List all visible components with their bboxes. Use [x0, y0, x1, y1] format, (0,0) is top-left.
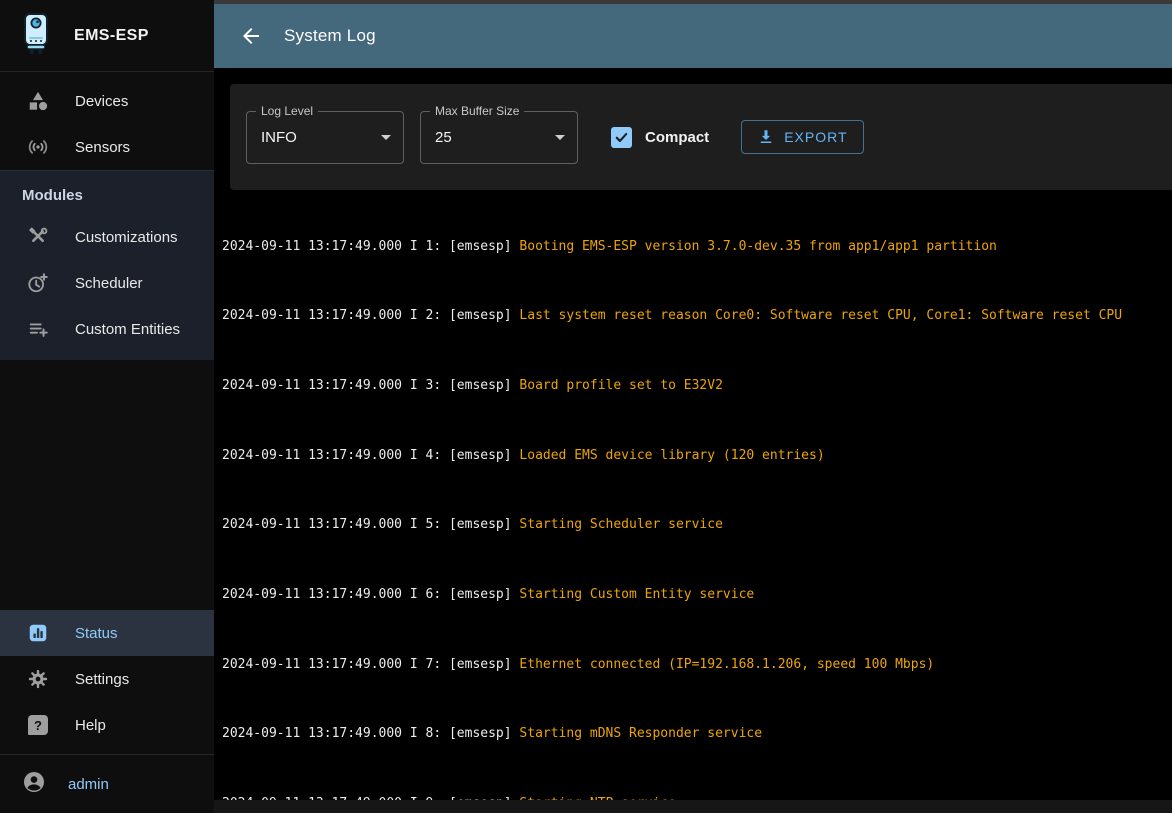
sidebar-item-label: Sensors [75, 139, 130, 156]
log-line-meta: 2024-09-11 13:17:49.000 I 7: [emsesp] [222, 657, 519, 672]
page-title: System Log [284, 26, 376, 46]
sidebar-item-help[interactable]: ? Help [0, 702, 214, 748]
more-time-icon [26, 271, 50, 295]
max-buffer-select[interactable]: Max Buffer Size 25 [420, 111, 578, 164]
compact-label: Compact [645, 129, 709, 146]
back-arrow-icon[interactable] [239, 24, 263, 48]
log-line-meta: 2024-09-11 13:17:49.000 I 4: [emsesp] [222, 448, 519, 463]
log-line-meta: 2024-09-11 13:17:49.000 I 6: [emsesp] [222, 587, 519, 602]
chevron-down-icon [555, 135, 565, 140]
log-line: 2024-09-11 13:17:49.000 I 3: [emsesp] Bo… [222, 377, 1164, 394]
analytics-icon [26, 621, 50, 645]
max-buffer-label: Max Buffer Size [430, 104, 524, 118]
content: Log Level INFO Max Buffer Size 25 Compa [214, 68, 1172, 800]
sidebar-main-nav: Devices Sensors [0, 72, 214, 170]
log-line-meta: 2024-09-11 13:17:49.000 I 1: [emsesp] [222, 239, 519, 254]
category-icon [26, 89, 50, 113]
log-line-message: Loaded EMS device library (120 entries) [519, 448, 824, 463]
sidebar-item-label: Status [75, 625, 118, 642]
sidebar-spacer [0, 360, 214, 610]
appbar: System Log [214, 4, 1172, 68]
page-bottom-strip [214, 800, 1172, 813]
compact-checkbox[interactable] [611, 127, 632, 148]
max-buffer-value: 25 [435, 129, 555, 146]
account-circle-icon [22, 770, 46, 799]
log-output: 2024-09-11 13:17:49.000 I 1: [emsesp] Bo… [214, 190, 1172, 800]
log-line: 2024-09-11 13:17:49.000 I 4: [emsesp] Lo… [222, 447, 1164, 464]
log-line-message: Starting Custom Entity service [519, 587, 754, 602]
sidebar-item-label: Devices [75, 93, 128, 110]
log-line: 2024-09-11 13:17:49.000 I 6: [emsesp] St… [222, 586, 1164, 603]
compact-checkbox-row: Compact [611, 127, 709, 148]
sidebar-item-label: Customizations [75, 229, 178, 246]
log-level-value: INFO [261, 129, 381, 146]
modules-section: Modules Customizations [0, 170, 214, 360]
log-level-label: Log Level [256, 104, 318, 118]
log-line-message: Booting EMS-ESP version 3.7.0-dev.35 fro… [519, 239, 996, 254]
log-line-message: Starting mDNS Responder service [519, 726, 762, 741]
sidebar: EMS-ESP Devices Sens [0, 0, 214, 813]
sidebar-item-sensors[interactable]: Sensors [0, 124, 214, 170]
log-line-meta: 2024-09-11 13:17:49.000 I 5: [emsesp] [222, 517, 519, 532]
main-area: System Log Log Level INFO Max Buffer Siz… [214, 0, 1172, 813]
sidebar-item-label: Custom Entities [75, 321, 180, 338]
log-line: 2024-09-11 13:17:49.000 I 2: [emsesp] La… [222, 307, 1164, 324]
sidebar-item-label: Help [75, 717, 106, 734]
log-line: 2024-09-11 13:17:49.000 I 7: [emsesp] Et… [222, 656, 1164, 673]
gear-icon [26, 667, 50, 691]
log-line-message: Ethernet connected (IP=192.168.1.206, sp… [519, 657, 934, 672]
help-icon: ? [26, 713, 50, 737]
sidebar-item-label: Scheduler [75, 275, 143, 292]
chevron-down-icon [381, 135, 391, 140]
log-level-select[interactable]: Log Level INFO [246, 111, 404, 164]
sidebar-user-admin[interactable]: admin [0, 755, 214, 813]
construction-icon [26, 225, 50, 249]
sidebar-item-custom-entities[interactable]: Custom Entities [0, 306, 214, 352]
playlist-add-icon [26, 317, 50, 341]
log-line-message: Starting Scheduler service [519, 517, 723, 532]
sidebar-item-label: Settings [75, 671, 129, 688]
ems-esp-app: EMS-ESP Devices Sens [0, 0, 1172, 813]
log-line-meta: 2024-09-11 13:17:49.000 I 2: [emsesp] [222, 308, 519, 323]
export-button[interactable]: EXPORT [741, 120, 863, 154]
brand-header: EMS-ESP [0, 0, 214, 72]
log-line: 2024-09-11 13:17:49.000 I 1: [emsesp] Bo… [222, 238, 1164, 255]
download-icon [757, 128, 775, 146]
log-line-message: Last system reset reason Core0: Software… [519, 308, 1122, 323]
log-line-meta: 2024-09-11 13:17:49.000 I 8: [emsesp] [222, 726, 519, 741]
sidebar-item-customizations[interactable]: Customizations [0, 214, 214, 260]
log-line-meta: 2024-09-11 13:17:49.000 I 3: [emsesp] [222, 378, 519, 393]
sensors-icon [26, 135, 50, 159]
log-toolbar: Log Level INFO Max Buffer Size 25 Compa [230, 84, 1172, 190]
boiler-logo-icon [17, 10, 55, 61]
brand-title: EMS-ESP [74, 27, 149, 45]
user-name: admin [68, 776, 109, 793]
log-line: 2024-09-11 13:17:49.000 I 5: [emsesp] St… [222, 516, 1164, 533]
sidebar-item-devices[interactable]: Devices [0, 78, 214, 124]
log-line-message: Board profile set to E32V2 [519, 378, 723, 393]
log-line: 2024-09-11 13:17:49.000 I 8: [emsesp] St… [222, 725, 1164, 742]
sidebar-item-status[interactable]: Status [0, 610, 214, 656]
modules-section-header: Modules [0, 187, 214, 204]
sidebar-item-scheduler[interactable]: Scheduler [0, 260, 214, 306]
sidebar-item-settings[interactable]: Settings [0, 656, 214, 702]
export-label: EXPORT [784, 129, 847, 145]
